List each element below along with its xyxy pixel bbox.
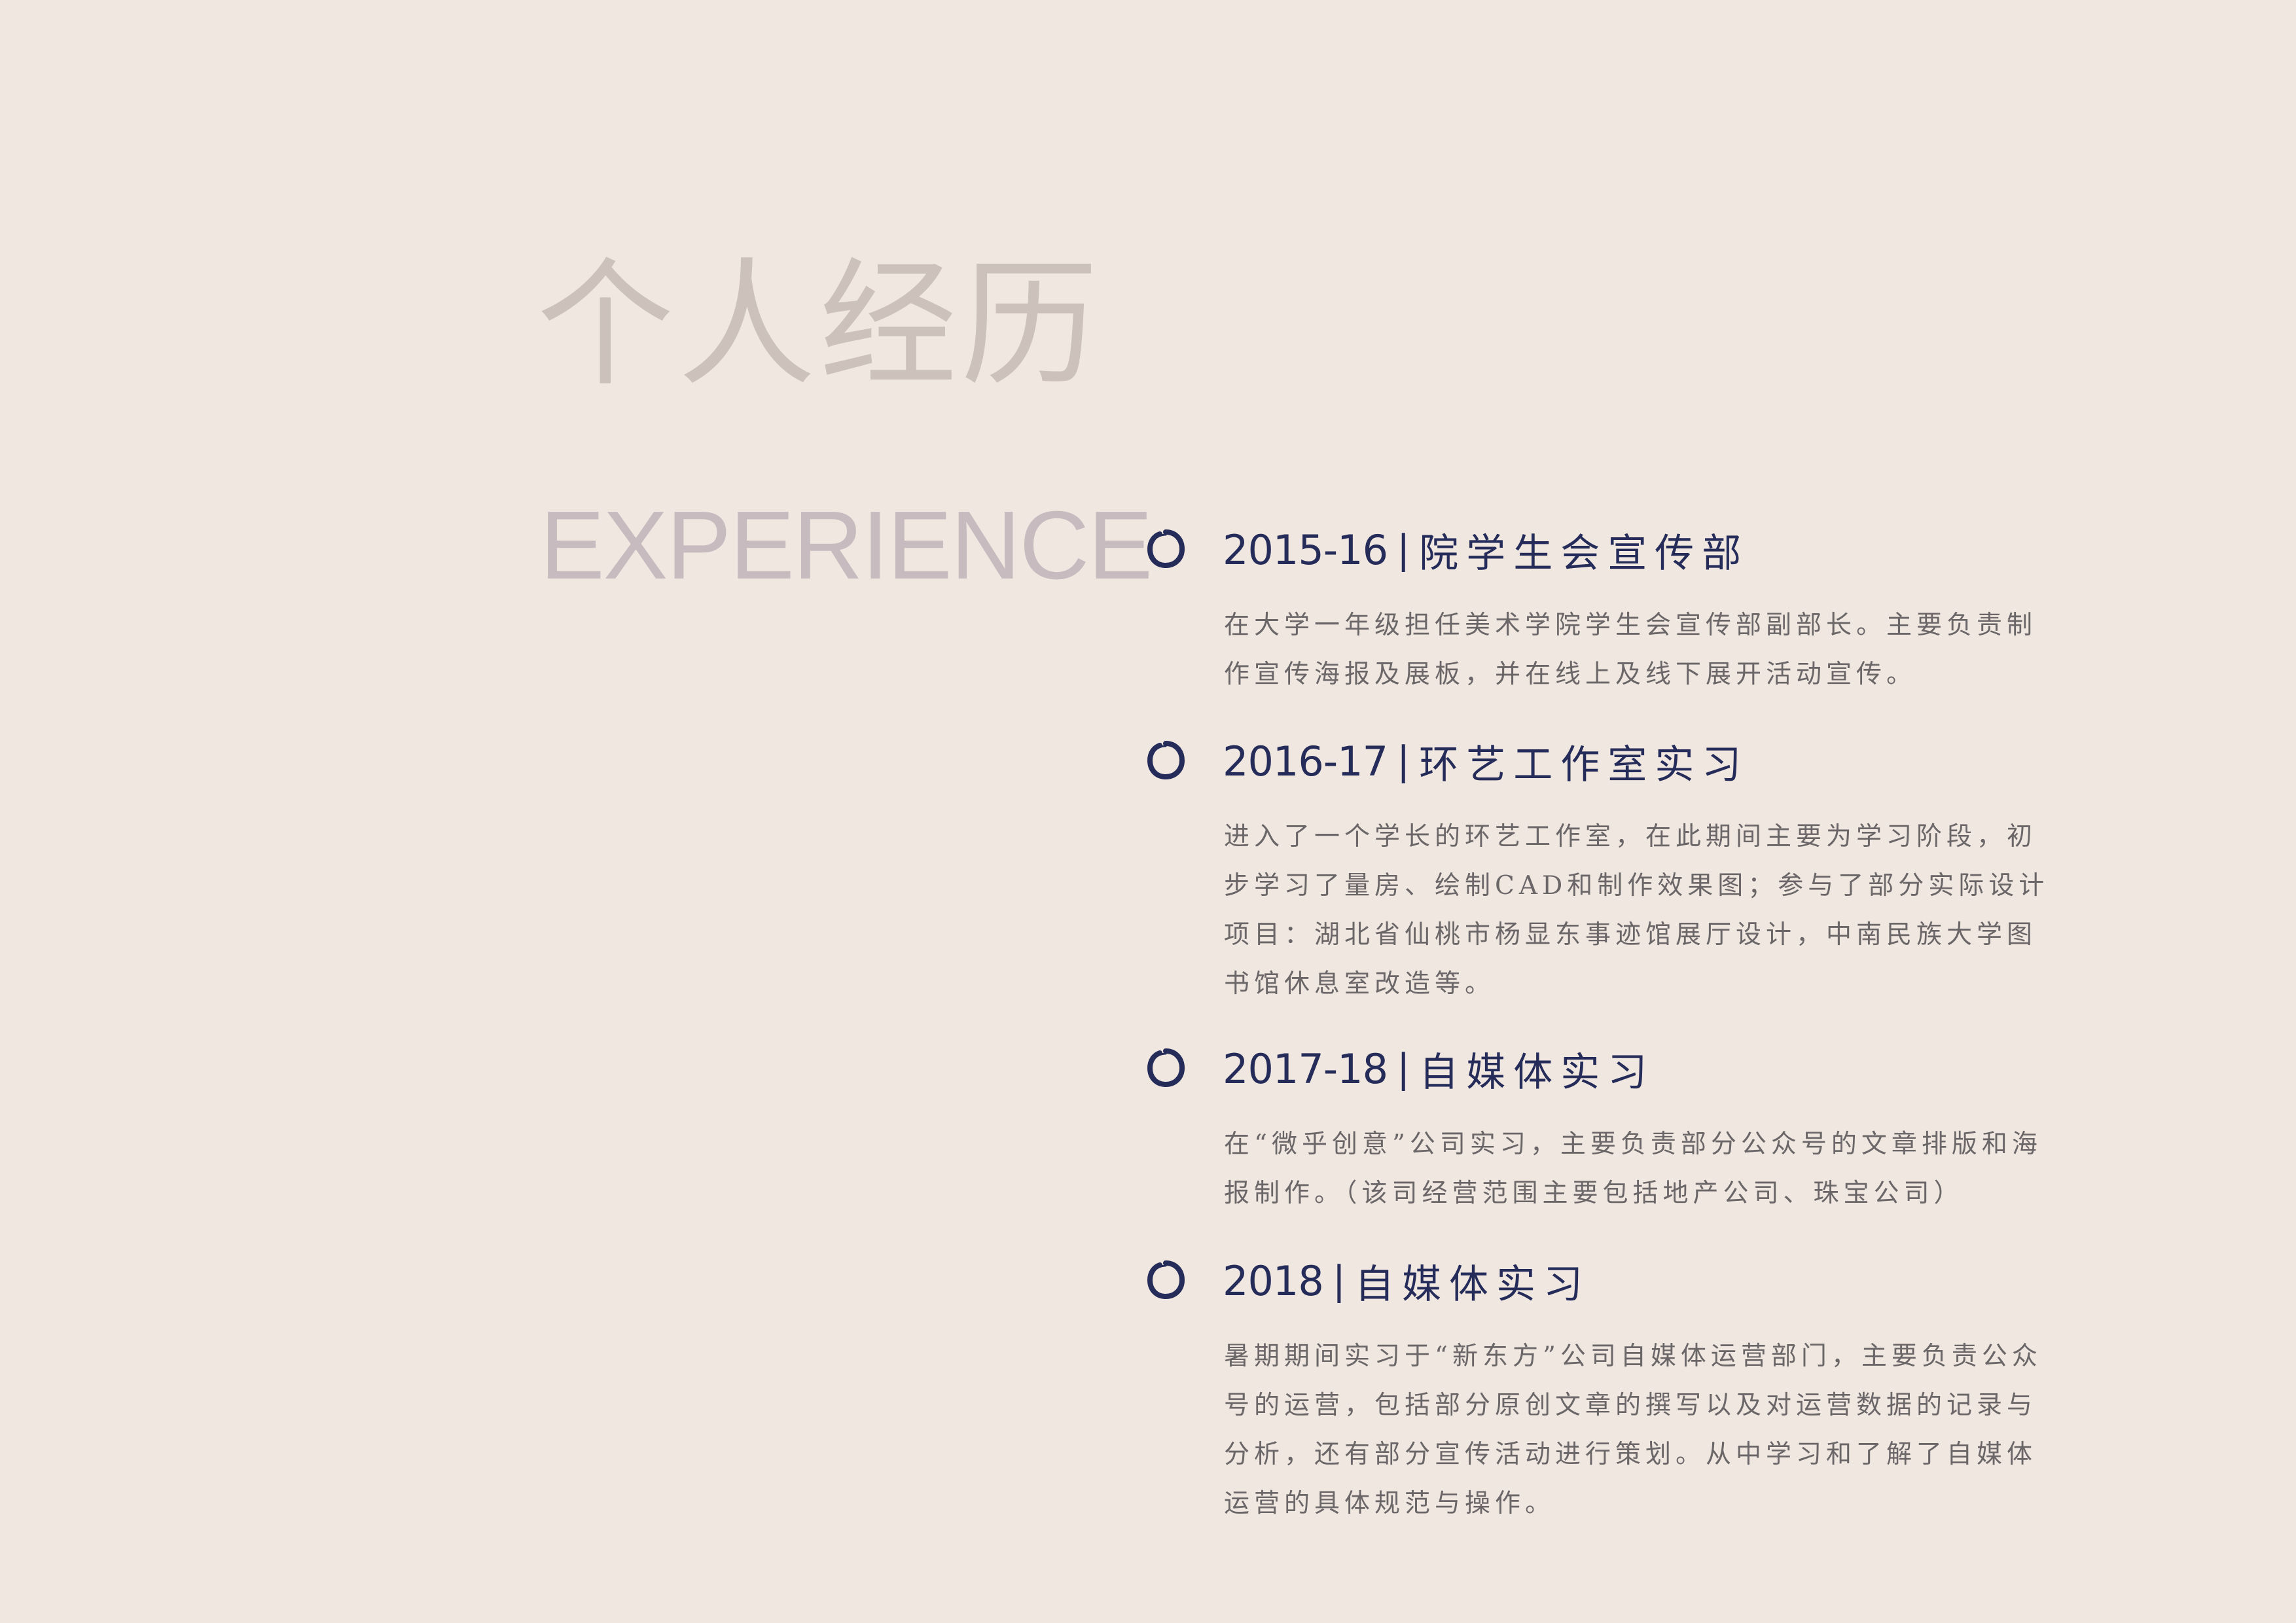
experience-heading: 2015-16 | 院学生会宣传部 [1223,524,1749,577]
experience-heading: 2016-17 | 环艺工作室实习 [1223,735,1749,788]
brush-circle-icon [1147,1260,1185,1300]
experience-description: 在大学一年级担任美术学院学生会宣传部副部长。主要负责制作宣传海报及展板，并在线上… [1224,611,2037,689]
experience-role: 自媒体实习 [1355,1261,1591,1308]
experience-role: 自媒体实习 [1419,1049,1655,1096]
experience-year: 2015-16 [1223,526,1388,574]
experience-description: 暑期期间实习于“新东方”公司自媒体运营部门，主要负责公众号的运营，包括部分原创文… [1224,1342,2042,1518]
experience-heading: 2017-18 | 自媒体实习 [1223,1043,1655,1096]
heading-separator: | [1397,738,1410,784]
experience-role: 环艺工作室实习 [1419,741,1749,788]
section-title-chinese: 个人经历 [537,245,1103,405]
experience-description: 在“微乎创意”公司实习，主要负责部分公众号的文章排版和海报制作。（该司经营范围主… [1224,1130,2042,1208]
heading-separator: | [1332,1258,1346,1304]
brush-circle-icon [1147,1048,1185,1088]
experience-year: 2018 [1223,1257,1324,1305]
experience-year: 2017-18 [1223,1044,1388,1093]
experience-heading: 2018 | 自媒体实习 [1223,1255,1591,1308]
section-title-english: EXPERIENCE [540,491,1153,599]
heading-separator: | [1397,527,1410,573]
experience-role: 院学生会宣传部 [1419,530,1749,577]
brush-circle-icon [1147,741,1185,780]
heading-separator: | [1397,1046,1410,1092]
experience-year: 2016-17 [1223,737,1388,785]
resume-page: 个人经历 EXPERIENCE 2015-16 | 院学生会宣传部 在大学一年级… [0,0,2296,1623]
experience-description: 进入了一个学长的环艺工作室，在此期间主要为学习阶段，初步学习了量房、绘制CAD和… [1224,822,2049,999]
brush-circle-icon [1147,529,1185,569]
